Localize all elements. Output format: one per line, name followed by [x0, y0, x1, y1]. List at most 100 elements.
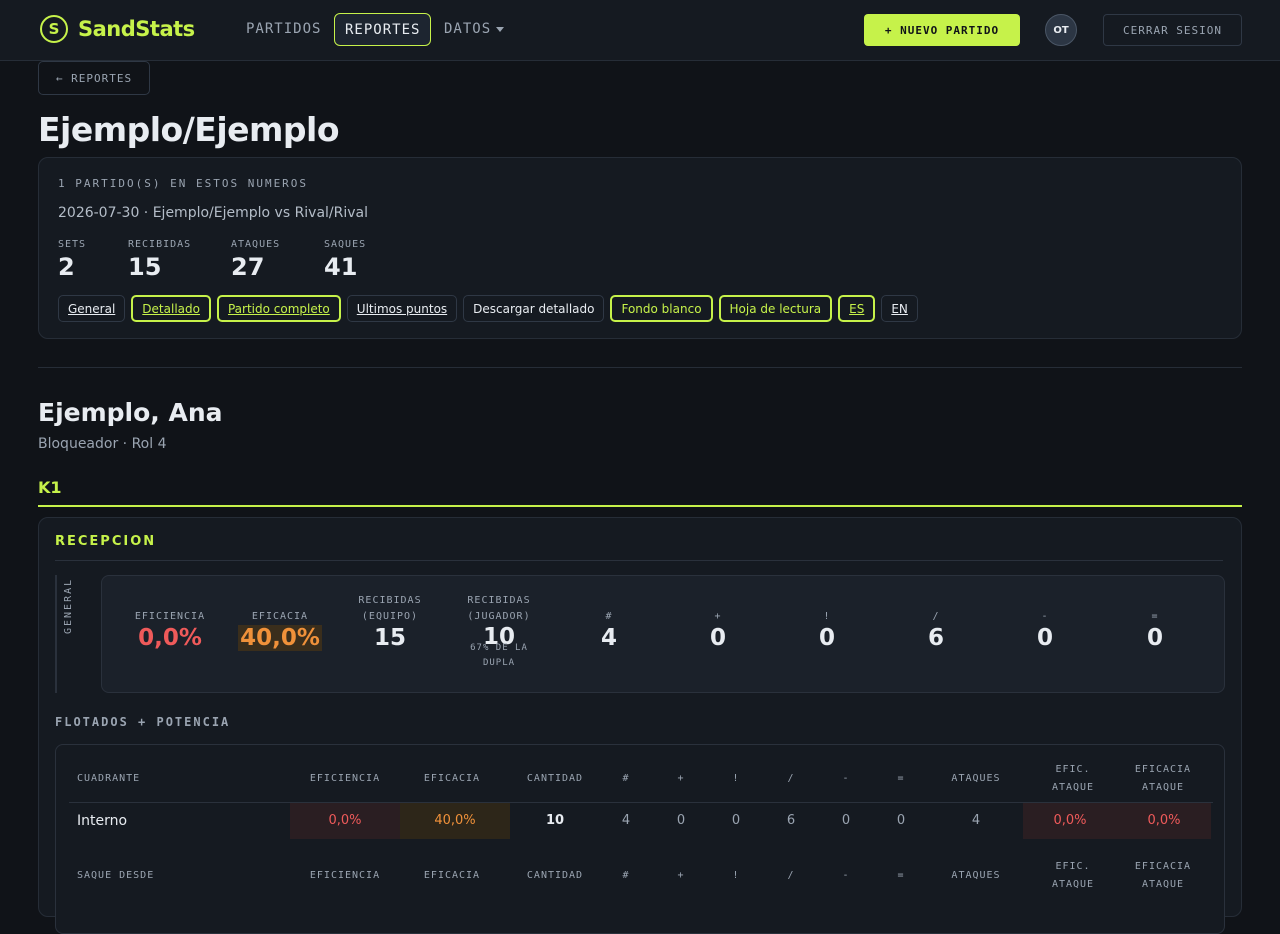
chip-hoja-lectura[interactable]: Hoja de lectura — [718, 295, 833, 322]
th-line: EFIC. — [1055, 861, 1091, 872]
chip-lang-en[interactable]: EN — [881, 295, 918, 322]
summary-match: 2026-07-30 · Ejemplo/Ejemplo vs Rival/Ri… — [58, 205, 369, 221]
metric-hash: # 4 — [569, 609, 649, 651]
back-button[interactable]: ← REPORTES — [38, 61, 150, 95]
th-eq: = — [897, 870, 905, 881]
chip-descargar[interactable]: Descargar detallado — [463, 295, 605, 322]
metric-sub: DUPLA — [482, 658, 516, 668]
th-cantidad: CANTIDAD — [526, 773, 584, 784]
nav-reportes[interactable]: REPORTES — [334, 13, 432, 46]
th-ataques: ATAQUES — [951, 773, 1001, 784]
cell-hash: 4 — [621, 813, 631, 828]
stat-value: 27 — [231, 253, 265, 281]
general-metrics-card: EFICIENCIA 0,0% EFICACIA 40,0% RECIBIDAS… — [101, 575, 1225, 693]
th-excl: ! — [732, 870, 740, 881]
cell-efic-ataque: 0,0% — [1023, 803, 1117, 839]
stat-value: 2 — [58, 253, 75, 281]
metric-label: ! — [823, 611, 831, 622]
stat-label: ATAQUES — [231, 239, 281, 250]
metric-plus: + 0 — [678, 609, 758, 651]
metric-label: RECIBIDAS — [467, 595, 531, 606]
th-eq: = — [897, 773, 905, 784]
cell-eficacia: 40,0% — [400, 803, 510, 839]
th-ataques: ATAQUES — [951, 870, 1001, 881]
metric-slash: / 6 — [896, 609, 976, 651]
group-underline — [38, 505, 1242, 507]
stat-saques: SAQUES 41 — [324, 239, 366, 281]
nav-datos[interactable]: DATOS — [444, 13, 505, 46]
divider — [38, 367, 1242, 368]
metric-minus: - 0 — [1005, 609, 1085, 651]
group-title: K1 — [38, 478, 62, 497]
cell-cuadrante: Interno — [77, 813, 128, 829]
th-excl: ! — [732, 773, 740, 784]
metric-label: # — [605, 611, 613, 622]
metric-recibidas-equipo: RECIBIDAS (EQUIPO) 15 — [350, 593, 430, 651]
metric-value: 0 — [709, 625, 726, 651]
general-bar — [55, 575, 57, 693]
nav-partidos[interactable]: PARTIDOS — [246, 13, 321, 46]
metric-label: EFICIENCIA — [134, 611, 206, 622]
metric-recibidas-jugador: RECIBIDAS (JUGADOR) 10 67% DE LA DUPLA — [458, 593, 540, 671]
th-line: EFICACIA — [1134, 861, 1192, 872]
metric-label: / — [932, 611, 940, 622]
view-chips: General Detallado Partido completo Ultim… — [58, 295, 918, 322]
summary-caption: 1 PARTIDO(S) EN ESTOS NUMEROS — [58, 177, 309, 190]
metric-eficiencia: EFICIENCIA 0,0% — [130, 609, 210, 651]
logo[interactable]: S SandStats — [40, 15, 195, 43]
th-eficacia-ataque: EFICACIA ATAQUE — [1118, 761, 1208, 797]
th-line: ATAQUE — [1051, 782, 1095, 793]
th-line: EFIC. — [1055, 764, 1091, 775]
chip-fondo-blanco[interactable]: Fondo blanco — [610, 295, 713, 322]
chip-ultimos-puntos[interactable]: Ultimos puntos — [346, 295, 458, 322]
stat-label: SETS — [58, 239, 87, 250]
chip-general[interactable]: General — [58, 295, 126, 322]
metric-eficacia: EFICACIA 40,0% — [238, 609, 322, 651]
cell-excl: 0 — [731, 813, 741, 828]
metric-label: (EQUIPO) — [361, 611, 419, 622]
metric-label: (JUGADOR) — [467, 611, 531, 622]
general-label: GENERAL — [63, 577, 74, 634]
cell-plus: 0 — [676, 813, 686, 828]
stat-label: SAQUES — [324, 239, 367, 250]
top-nav: S SandStats PARTIDOS REPORTES DATOS + NU… — [0, 0, 1280, 61]
metric-value: 0 — [1036, 625, 1053, 651]
avatar[interactable]: OT — [1045, 14, 1077, 46]
metric-value: 15 — [373, 625, 406, 651]
th-eficiencia: EFICIENCIA — [309, 773, 381, 784]
chip-partido-completo[interactable]: Partido completo — [216, 295, 341, 322]
stat-value: 41 — [324, 253, 358, 281]
section-title: RECEPCION — [55, 534, 157, 549]
cell-cantidad: 10 — [545, 813, 565, 828]
cell-eq: 0 — [896, 813, 906, 828]
subsection-title: FLOTADOS + POTENCIA — [55, 715, 231, 729]
stat-sets: SETS 2 — [58, 239, 86, 281]
section-divider — [55, 560, 1223, 561]
metric-sub: 67% DE LA — [470, 643, 528, 653]
th-eficacia: EFICACIA — [423, 773, 481, 784]
th-efic-ataque: EFIC. ATAQUE — [1028, 858, 1118, 894]
reception-table: CUADRANTE EFICIENCIA EFICACIA CANTIDAD #… — [55, 744, 1225, 934]
metric-value: 4 — [600, 625, 617, 651]
new-match-button[interactable]: + NUEVO PARTIDO — [864, 14, 1020, 46]
metric-label: EFICACIA — [251, 611, 309, 622]
nav-datos-label: DATOS — [444, 21, 492, 37]
th-hash: # — [622, 870, 630, 881]
reception-section: RECEPCION GENERAL EFICIENCIA 0,0% EFICAC… — [38, 517, 1242, 934]
chip-detallado[interactable]: Detallado — [131, 295, 211, 322]
logo-text: SandStats — [78, 17, 195, 41]
metric-label: = — [1151, 611, 1159, 622]
summary-card: 1 PARTIDO(S) EN ESTOS NUMEROS 2026-07-30… — [38, 157, 1242, 339]
metric-label: + — [714, 611, 722, 622]
th-slash: / — [787, 773, 795, 784]
logo-icon: S — [40, 15, 68, 43]
logout-button[interactable]: CERRAR SESION — [1103, 14, 1242, 46]
th-saque-desde: SAQUE DESDE — [77, 870, 155, 881]
cell-minus: 0 — [841, 813, 851, 828]
th-eficacia: EFICACIA — [423, 870, 481, 881]
th-cuadrante: CUADRANTE — [77, 773, 141, 784]
metric-value: 0,0% — [138, 625, 202, 651]
chip-lang-es[interactable]: ES — [838, 295, 876, 322]
th-cantidad: CANTIDAD — [526, 870, 584, 881]
th-plus: + — [677, 773, 685, 784]
